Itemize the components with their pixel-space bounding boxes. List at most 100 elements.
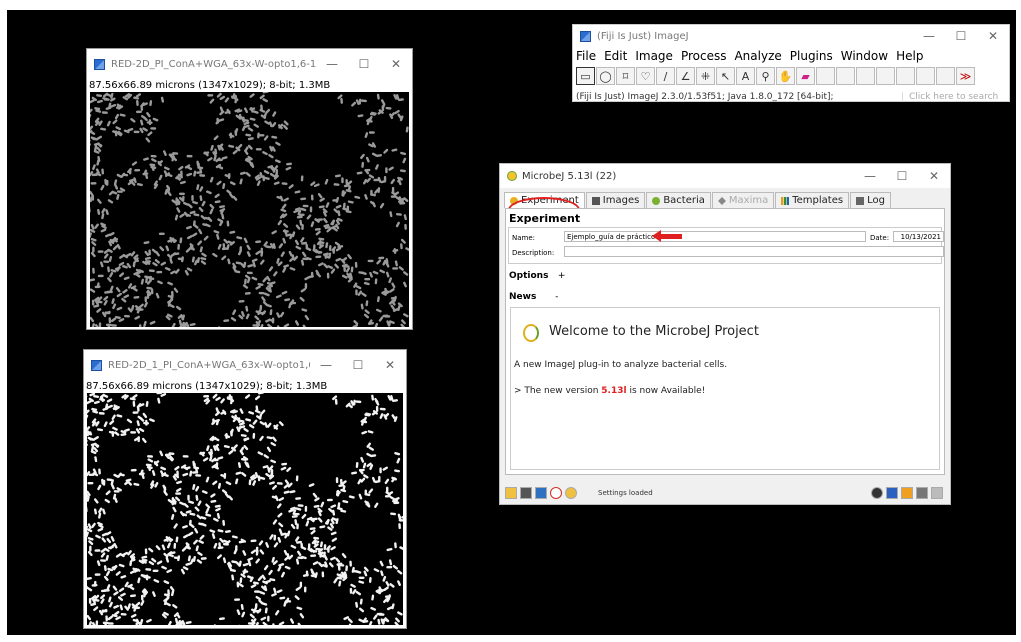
maximize-button[interactable]: ☐ xyxy=(945,29,977,43)
oval-tool-icon[interactable]: ◯ xyxy=(596,67,615,85)
footer-bar: Settings loaded xyxy=(500,482,950,504)
wand-tool-icon[interactable]: ↖ xyxy=(716,67,735,85)
images-icon xyxy=(591,196,600,205)
fiji-icon xyxy=(580,30,591,42)
more-tools-icon[interactable]: ≫ xyxy=(956,67,975,85)
tab-label: Templates xyxy=(792,195,844,206)
date-label: Date: xyxy=(870,234,890,242)
options-label: Options xyxy=(509,271,549,281)
menu-image[interactable]: Image xyxy=(635,49,673,63)
menu-analyze[interactable]: Analyze xyxy=(734,49,781,63)
maximize-button[interactable]: ☐ xyxy=(886,169,918,183)
tab-label: Images xyxy=(602,195,640,206)
image-window-top[interactable]: RED-2D_PI_ConA+WGA_63x-W-opto1,6-1,2AN_d… xyxy=(86,48,413,330)
version-suffix: is now Available! xyxy=(626,386,706,396)
angle-tool-icon[interactable]: ∠ xyxy=(676,67,695,85)
menu-window[interactable]: Window xyxy=(841,49,888,63)
search-field[interactable]: Click here to search xyxy=(902,92,1009,102)
grid-icon[interactable] xyxy=(520,487,532,499)
window-icon[interactable] xyxy=(931,487,943,499)
point-icon[interactable] xyxy=(871,487,883,499)
freehand-tool-icon[interactable]: ♡ xyxy=(636,67,655,85)
name-label: Name: xyxy=(512,234,536,242)
microscopy-image-binary[interactable] xyxy=(87,393,403,625)
close-button[interactable]: ✕ xyxy=(918,169,950,183)
microbej-logo-icon xyxy=(523,324,539,342)
image-window-bottom[interactable]: RED-2D_1_PI_ConA+WGA_63x-W-opto1,6-1,2AN… xyxy=(83,349,407,629)
point-tool-icon[interactable]: ⁜ xyxy=(696,67,715,85)
description-label: Description: xyxy=(512,249,555,257)
window-title: MicrobeJ 5.13l (22) xyxy=(522,170,617,182)
templates-icon xyxy=(781,196,790,205)
options-toggle[interactable]: + xyxy=(558,271,566,281)
reset-icon[interactable] xyxy=(550,487,562,499)
status-bar: (Fiji Is Just) ImageJ 2.3.0/1.53f51; Jav… xyxy=(573,89,1009,105)
menu-file[interactable]: File xyxy=(576,49,596,63)
log-icon xyxy=(856,196,865,205)
title-bar[interactable]: RED-2D_1_PI_ConA+WGA_63x-W-opto1,6-1,2AN… xyxy=(84,350,406,380)
text-tool-icon[interactable]: A xyxy=(736,67,755,85)
name-input[interactable]: Ejemplo_guía de práctico xyxy=(564,231,866,242)
maximize-button[interactable]: ☐ xyxy=(342,358,374,372)
experiment-panel: Experiment Name: Ejemplo_guía de práctic… xyxy=(505,208,945,475)
minimize-button[interactable]: — xyxy=(854,169,886,183)
menu-process[interactable]: Process xyxy=(681,49,727,63)
tab-templates[interactable]: Templates xyxy=(775,192,850,208)
title-bar[interactable]: RED-2D_PI_ConA+WGA_63x-W-opto1,6-1,2AN_d… xyxy=(87,49,412,79)
version-number[interactable]: 5.13l xyxy=(601,386,626,396)
arrow-icon xyxy=(660,234,682,239)
date-input[interactable]: 10/13/2021 xyxy=(893,231,944,242)
tab-maxima[interactable]: Maxima xyxy=(711,192,775,208)
color-picker-icon[interactable]: ▰ xyxy=(796,67,815,85)
fiji-main-window[interactable]: (Fiji Is Just) ImageJ — ☐ ✕ File Edit Im… xyxy=(572,24,1010,102)
news-label: News xyxy=(509,292,537,302)
status-text: (Fiji Is Just) ImageJ 2.3.0/1.53f51; Jav… xyxy=(576,92,834,102)
menu-help[interactable]: Help xyxy=(896,49,923,63)
close-button[interactable]: ✕ xyxy=(380,57,412,71)
menu-plugins[interactable]: Plugins xyxy=(790,49,833,63)
wand-icon[interactable] xyxy=(901,487,913,499)
description-input[interactable] xyxy=(564,246,944,257)
window-title: RED-2D_1_PI_ConA+WGA_63x-W-opto1,6-1,2AN… xyxy=(108,359,310,371)
minimize-button[interactable]: — xyxy=(310,358,342,372)
chart-icon[interactable] xyxy=(916,487,928,499)
news-toggle[interactable]: - xyxy=(555,292,558,302)
maximize-button[interactable]: ☐ xyxy=(348,57,380,71)
tab-images[interactable]: Images xyxy=(585,192,646,208)
news-box: Welcome to the MicrobeJ Project A new Im… xyxy=(510,307,940,470)
empty-tool-slot[interactable] xyxy=(896,67,915,85)
tool-bar: ▭ ◯ ⌑ ♡ ∕ ∠ ⁜ ↖ A ⚲ ✋ ▰ ≫ xyxy=(573,65,1009,87)
version-prefix: > The new version xyxy=(514,386,602,396)
open-folder-icon[interactable] xyxy=(505,487,517,499)
empty-tool-slot[interactable] xyxy=(936,67,955,85)
microbej-window[interactable]: MicrobeJ 5.13l (22) — ☐ ✕ Experiment Ima… xyxy=(499,163,951,505)
menu-bar: File Edit Image Process Analyze Plugins … xyxy=(573,47,1009,65)
empty-tool-slot[interactable] xyxy=(836,67,855,85)
empty-tool-slot[interactable] xyxy=(876,67,895,85)
settings-icon[interactable] xyxy=(565,487,577,499)
line-tool-icon[interactable]: ∕ xyxy=(656,67,675,85)
title-bar[interactable]: MicrobeJ 5.13l (22) — ☐ ✕ xyxy=(500,164,950,188)
news-header[interactable]: News - xyxy=(509,292,558,302)
menu-edit[interactable]: Edit xyxy=(604,49,627,63)
tab-log[interactable]: Log xyxy=(850,192,891,208)
minimize-button[interactable]: — xyxy=(913,29,945,43)
play-icon[interactable] xyxy=(886,487,898,499)
empty-tool-slot[interactable] xyxy=(816,67,835,85)
close-button[interactable]: ✕ xyxy=(374,358,406,372)
save-icon[interactable] xyxy=(535,487,547,499)
empty-tool-slot[interactable] xyxy=(916,67,935,85)
rectangle-tool-icon[interactable]: ▭ xyxy=(576,67,595,85)
options-header[interactable]: Options + xyxy=(509,271,565,281)
minimize-button[interactable]: — xyxy=(316,57,348,71)
magnifier-tool-icon[interactable]: ⚲ xyxy=(756,67,775,85)
close-button[interactable]: ✕ xyxy=(977,29,1009,43)
window-title: (Fiji Is Just) ImageJ xyxy=(597,30,689,42)
section-title: Experiment xyxy=(509,212,581,225)
tab-bacteria[interactable]: Bacteria xyxy=(646,192,711,208)
title-bar[interactable]: (Fiji Is Just) ImageJ — ☐ ✕ xyxy=(573,25,1009,47)
microscopy-image-gray[interactable] xyxy=(90,92,409,327)
empty-tool-slot[interactable] xyxy=(856,67,875,85)
hand-tool-icon[interactable]: ✋ xyxy=(776,67,795,85)
polygon-tool-icon[interactable]: ⌑ xyxy=(616,67,635,85)
